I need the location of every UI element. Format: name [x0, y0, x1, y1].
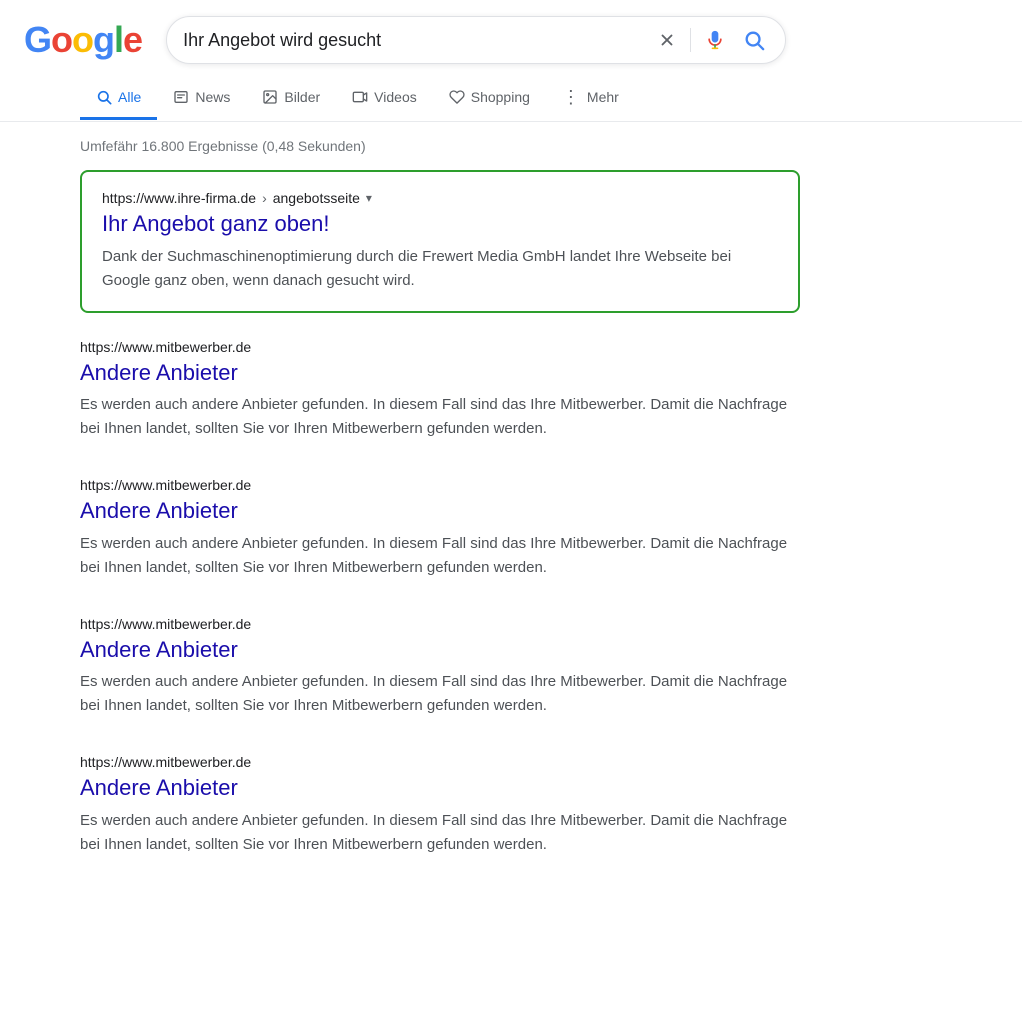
results-count: Umfefähr 16.800 Ergebnisse (0,48 Sekunde… — [80, 138, 366, 154]
divider — [690, 28, 691, 52]
tab-shopping-label: Shopping — [471, 89, 530, 105]
shopping-tab-icon — [449, 89, 465, 105]
result-title-3[interactable]: Andere Anbieter — [80, 636, 800, 665]
mic-icon — [705, 30, 725, 50]
google-logo[interactable]: Google — [24, 19, 142, 61]
result-snippet-3: Es werden auch andere Anbieter gefunden.… — [80, 670, 800, 718]
result-item-2: https://www.mitbewerber.de Andere Anbiet… — [80, 459, 800, 598]
result-url-text-4: https://www.mitbewerber.de — [80, 754, 251, 770]
tab-news-label: News — [195, 89, 230, 105]
result-snippet-1: Es werden auch andere Anbieter gefunden.… — [80, 393, 800, 441]
mic-button[interactable] — [701, 26, 729, 54]
result-url-text-3: https://www.mitbewerber.de — [80, 616, 251, 632]
tab-videos[interactable]: Videos — [336, 77, 433, 120]
logo-g: G — [24, 19, 51, 61]
search-button[interactable] — [739, 25, 769, 55]
tab-shopping[interactable]: Shopping — [433, 77, 546, 120]
tab-alle-label: Alle — [118, 89, 141, 105]
result-url-2: https://www.mitbewerber.de — [80, 477, 800, 493]
result-snippet-2: Es werden auch andere Anbieter gefunden.… — [80, 532, 800, 580]
featured-breadcrumb-sep: › — [262, 190, 267, 206]
close-icon — [658, 31, 676, 49]
search-tab-icon — [96, 89, 112, 105]
news-tab-icon — [173, 89, 189, 105]
dropdown-arrow-icon[interactable]: ▾ — [366, 191, 372, 205]
result-url-text-2: https://www.mitbewerber.de — [80, 477, 251, 493]
tab-mehr-label: Mehr — [587, 89, 619, 105]
result-title-4[interactable]: Andere Anbieter — [80, 774, 800, 803]
featured-url-text: https://www.ihre-firma.de — [102, 190, 256, 206]
search-bar-icons — [654, 25, 769, 55]
mehr-tab-icon: ⋮ — [562, 88, 581, 106]
bilder-tab-icon — [262, 89, 278, 105]
featured-url: https://www.ihre-firma.de › angebotsseit… — [102, 190, 778, 206]
tab-bilder-label: Bilder — [284, 89, 320, 105]
featured-title[interactable]: Ihr Angebot ganz oben! — [102, 210, 778, 239]
header: Google Ihr Angebot wird gesucht — [0, 0, 1022, 76]
result-item-1: https://www.mitbewerber.de Andere Anbiet… — [80, 321, 800, 460]
search-results: https://www.ihre-firma.de › angebotsseit… — [0, 162, 1022, 883]
result-title-1[interactable]: Andere Anbieter — [80, 359, 800, 388]
result-url-text-1: https://www.mitbewerber.de — [80, 339, 251, 355]
result-title-2[interactable]: Andere Anbieter — [80, 497, 800, 526]
tab-news[interactable]: News — [157, 77, 246, 120]
result-url-1: https://www.mitbewerber.de — [80, 339, 800, 355]
logo-l: l — [114, 19, 123, 61]
logo-e: e — [123, 19, 142, 61]
tab-videos-label: Videos — [374, 89, 417, 105]
tab-alle[interactable]: Alle — [80, 77, 157, 120]
result-item-3: https://www.mitbewerber.de Andere Anbiet… — [80, 598, 800, 737]
result-url-3: https://www.mitbewerber.de — [80, 616, 800, 632]
result-url-4: https://www.mitbewerber.de — [80, 754, 800, 770]
videos-tab-icon — [352, 89, 368, 105]
logo-o2: o — [72, 19, 93, 61]
results-info: Umfefähr 16.800 Ergebnisse (0,48 Sekunde… — [0, 122, 1022, 162]
result-item-4: https://www.mitbewerber.de Andere Anbiet… — [80, 736, 800, 875]
clear-button[interactable] — [654, 27, 680, 53]
search-bar: Ihr Angebot wird gesucht — [166, 16, 786, 64]
logo-g2: g — [93, 19, 114, 61]
search-input[interactable]: Ihr Angebot wird gesucht — [183, 30, 646, 51]
featured-result: https://www.ihre-firma.de › angebotsseit… — [80, 170, 800, 313]
nav-tabs: Alle News Bilder Videos — [0, 76, 1022, 122]
logo-o1: o — [51, 19, 72, 61]
featured-snippet: Dank der Suchmaschinenoptimierung durch … — [102, 245, 778, 293]
tab-mehr[interactable]: ⋮ Mehr — [546, 76, 635, 121]
result-snippet-4: Es werden auch andere Anbieter gefunden.… — [80, 809, 800, 857]
search-icon — [743, 29, 765, 51]
featured-breadcrumb: angebotsseite — [273, 190, 360, 206]
tab-bilder[interactable]: Bilder — [246, 77, 336, 120]
